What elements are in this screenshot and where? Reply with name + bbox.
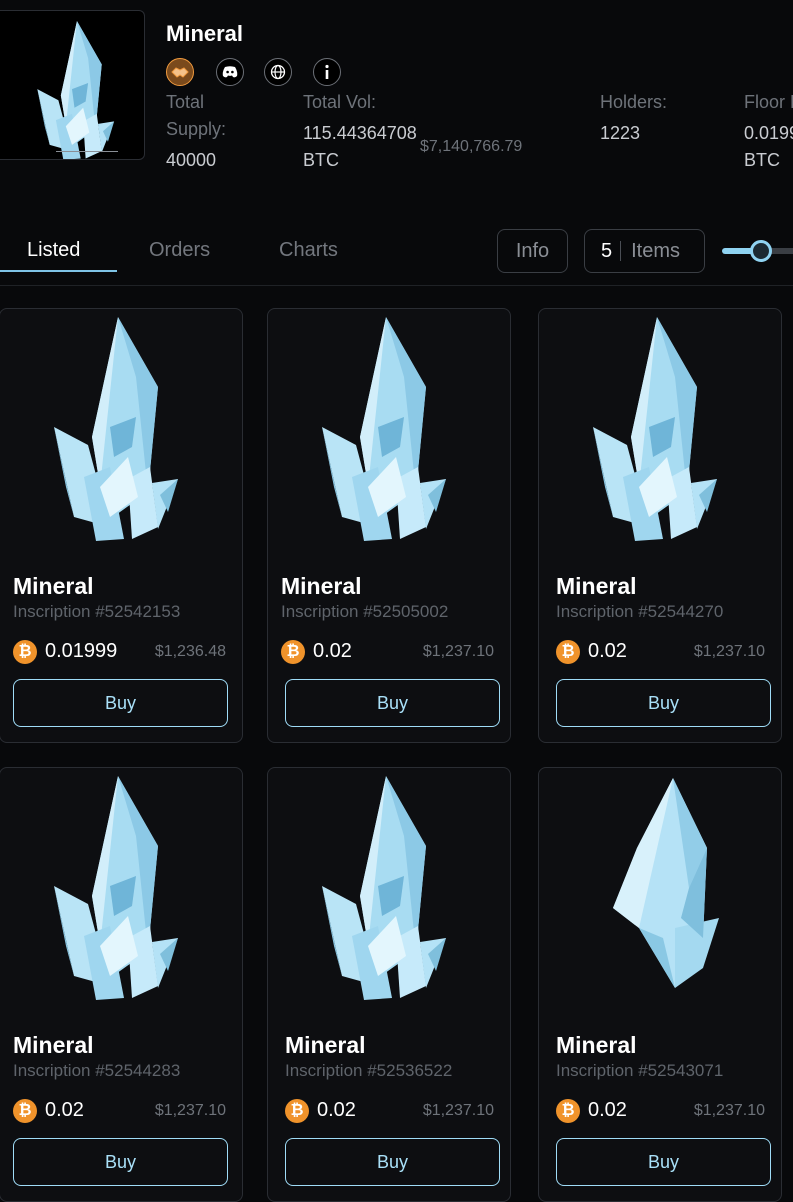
listing-card[interactable]: Mineral Inscription #52543071 ₿ 0.02 $1,… [538, 767, 782, 1202]
listing-price-usd: $1,237.10 [422, 643, 494, 660]
volume-btc: 115.44364708 [303, 123, 417, 143]
volume-unit: BTC [303, 150, 339, 170]
collection-thumbnail [0, 10, 145, 160]
tab-orders[interactable]: Orders [149, 239, 210, 262]
crystal-image [322, 317, 446, 541]
crystal-image [54, 317, 178, 541]
listing-card[interactable]: Mineral Inscription #52544270 ₿ 0.02 $1,… [538, 308, 782, 743]
listing-price-btc: 0.02 [45, 1099, 84, 1121]
crystal-image [54, 776, 178, 1000]
info-button[interactable]: Info [497, 229, 568, 273]
listing-name: Mineral [281, 573, 362, 599]
items-label: Items [631, 239, 681, 262]
holders-label: Holders: [600, 92, 668, 112]
inscription-number: Inscription #52543071 [556, 1061, 724, 1080]
listing-card[interactable]: Mineral Inscription #52544283 ₿ 0.02 $1,… [0, 767, 243, 1202]
listing-name: Mineral [556, 1032, 637, 1058]
supply-value: 40000 [166, 150, 217, 170]
crystal-image [593, 317, 717, 541]
listing-price-btc: 0.02 [317, 1099, 356, 1121]
buy-button[interactable]: Buy [556, 679, 771, 727]
crystal-image [322, 776, 446, 1000]
items-count: 5 [601, 239, 613, 262]
active-tab-indicator [0, 270, 117, 272]
listing-card[interactable]: Mineral Inscription #52542153 ₿ 0.01999 … [0, 308, 243, 743]
inscription-number: Inscription #52542153 [13, 602, 181, 621]
collection-name: Mineral [166, 21, 244, 46]
listing-name: Mineral [285, 1032, 366, 1058]
bitcoin-icon: ₿ [285, 1099, 309, 1123]
inscription-number: Inscription #52544283 [13, 1061, 181, 1080]
volume-usd: $7,140,766.79 [420, 138, 523, 155]
listing-price-usd: $1,237.10 [693, 643, 765, 660]
listing-name: Mineral [13, 1032, 94, 1058]
listing-price-btc: 0.01999 [45, 640, 118, 662]
globe-icon[interactable] [264, 58, 292, 86]
floor-label: Floor P [744, 92, 793, 112]
listing-price-usd: $1,237.10 [693, 1102, 765, 1119]
thumbnail-divider [56, 151, 118, 152]
buy-button[interactable]: Buy [13, 679, 228, 727]
holders-value: 1223 [600, 123, 641, 143]
listing-price-btc: 0.02 [588, 640, 627, 662]
buy-button[interactable]: Buy [285, 1138, 500, 1186]
bitcoin-icon: ₿ [13, 640, 37, 664]
listing-name: Mineral [556, 573, 637, 599]
volume-label: Total Vol: [303, 92, 377, 112]
inscription-number: Inscription #52544270 [556, 602, 724, 621]
listing-card[interactable]: Mineral Inscription #52505002 ₿ 0.02 $1,… [267, 308, 511, 743]
bitcoin-icon: ₿ [13, 1099, 37, 1123]
listing-price-usd: $1,237.10 [422, 1102, 494, 1119]
listing-price-btc: 0.02 [588, 1099, 627, 1121]
bitcoin-icon: ₿ [556, 640, 580, 664]
tabs-divider [0, 285, 793, 286]
buy-button[interactable]: Buy [13, 1138, 228, 1186]
inscription-number: Inscription #52536522 [285, 1061, 453, 1080]
tab-charts[interactable]: Charts [279, 239, 338, 262]
handshake-icon[interactable] [166, 58, 194, 86]
crystal-image [37, 21, 115, 159]
size-slider-handle[interactable] [750, 240, 772, 262]
bitcoin-icon: ₿ [281, 640, 305, 664]
crystal-image [613, 778, 719, 988]
listing-card[interactable]: Mineral Inscription #52536522 ₿ 0.02 $1,… [267, 767, 511, 1202]
floor-unit: BTC [744, 150, 780, 170]
floor-value: 0.01999 [744, 123, 793, 143]
items-per-row-selector[interactable]: 5 Items [584, 229, 705, 273]
listing-price-btc: 0.02 [313, 640, 352, 662]
discord-icon[interactable] [216, 58, 244, 86]
listing-price-usd: $1,236.48 [154, 643, 226, 660]
buy-button[interactable]: Buy [556, 1138, 771, 1186]
buy-button[interactable]: Buy [285, 679, 500, 727]
inscription-number: Inscription #52505002 [281, 602, 449, 621]
bitcoin-icon: ₿ [556, 1099, 580, 1123]
supply-label-line1: Total [166, 92, 205, 112]
supply-label-line2: Supply: [166, 119, 227, 139]
tab-listed[interactable]: Listed [27, 239, 80, 262]
listing-name: Mineral [13, 573, 94, 599]
info-icon[interactable] [313, 58, 341, 86]
listing-price-usd: $1,237.10 [154, 1102, 226, 1119]
